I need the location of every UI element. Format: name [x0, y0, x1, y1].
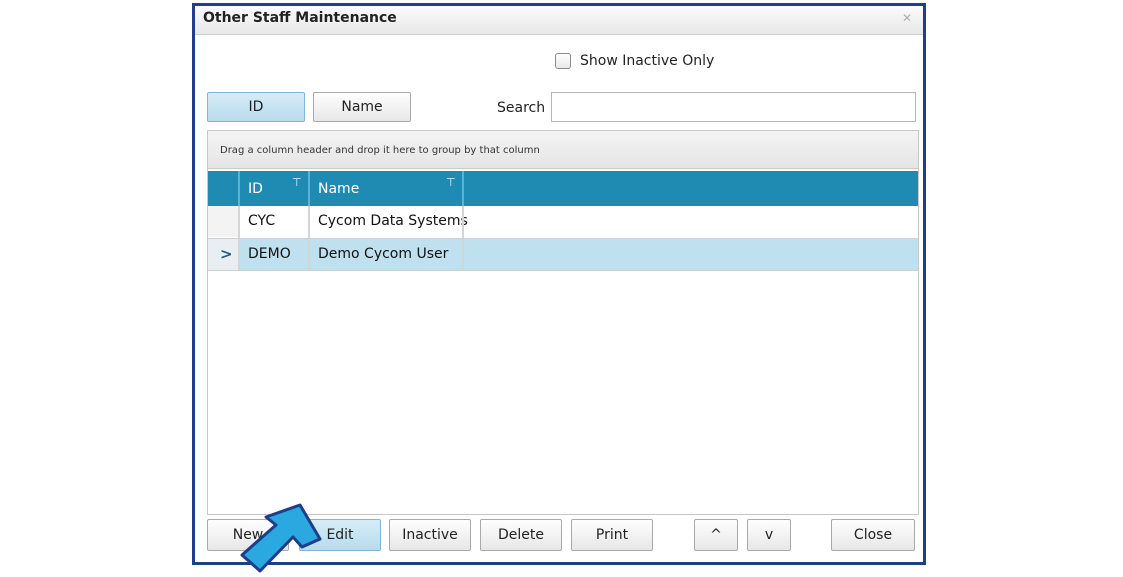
close-button-label: Close [853, 527, 893, 543]
sort-by-id-button[interactable]: ID [207, 92, 305, 122]
row-indicator[interactable]: > [208, 239, 238, 270]
close-button[interactable]: Close [831, 519, 915, 551]
print-button[interactable]: Print [571, 519, 653, 551]
sort-by-id-label: ID [248, 99, 264, 115]
cell-id[interactable]: CYC [240, 206, 308, 237]
row-divider [208, 238, 918, 239]
header-indicator-cell [208, 171, 238, 206]
row-divider [208, 270, 918, 271]
show-inactive-label[interactable]: Show Inactive Only [580, 53, 714, 69]
table-row-selected[interactable]: > DEMO Demo Cycom User [208, 239, 918, 270]
close-icon[interactable]: ✕ [901, 12, 913, 24]
staff-grid: Drag a column header and drop it here to… [207, 130, 919, 515]
column-header-name[interactable]: Name ⊤ [310, 171, 462, 206]
cell-name-text: Demo Cycom User [318, 246, 449, 262]
group-hint: Drag a column header and drop it here to… [220, 145, 540, 156]
table-row[interactable]: CYC Cycom Data Systems [208, 206, 918, 237]
column-header-id-label: ID [248, 181, 263, 197]
window-title: Other Staff Maintenance [203, 10, 397, 26]
grid-header: ID ⊤ Name ⊤ [208, 171, 918, 206]
staff-maintenance-window: Other Staff Maintenance ✕ Show Inactive … [192, 3, 926, 565]
title-bar[interactable]: Other Staff Maintenance ✕ [195, 6, 923, 35]
column-header-name-label: Name [318, 181, 360, 197]
cell-name[interactable]: Demo Cycom User [310, 239, 462, 270]
current-row-chevron-icon: > [220, 245, 233, 263]
cell-id-text: DEMO [248, 246, 291, 262]
inactive-button[interactable]: Inactive [389, 519, 471, 551]
inactive-button-label: Inactive [402, 527, 458, 543]
pointer-arrow-icon [240, 503, 322, 573]
row-indicator[interactable] [208, 206, 238, 237]
sort-by-name-label: Name [341, 99, 383, 115]
show-inactive-checkbox[interactable] [555, 53, 571, 69]
delete-button[interactable]: Delete [480, 519, 562, 551]
cell-name[interactable]: Cycom Data Systems [310, 206, 468, 237]
group-by-panel[interactable]: Drag a column header and drop it here to… [208, 131, 918, 169]
move-up-button[interactable]: ^ [694, 519, 738, 551]
search-label: Search [497, 100, 546, 116]
header-separator [462, 171, 464, 206]
cell-id-text: CYC [248, 213, 276, 229]
print-button-label: Print [595, 527, 629, 543]
delete-button-label: Delete [498, 527, 544, 543]
column-header-id[interactable]: ID ⊤ [240, 171, 308, 206]
search-input[interactable] [551, 92, 916, 122]
cell-id[interactable]: DEMO [240, 239, 308, 270]
filter-icon[interactable]: ⊤ [446, 177, 456, 188]
filter-icon[interactable]: ⊤ [292, 177, 302, 188]
sort-by-name-button[interactable]: Name [313, 92, 411, 122]
move-up-icon: ^ [710, 527, 722, 543]
move-down-icon: v [764, 527, 774, 543]
move-down-button[interactable]: v [747, 519, 791, 551]
cell-name-text: Cycom Data Systems [318, 213, 468, 229]
